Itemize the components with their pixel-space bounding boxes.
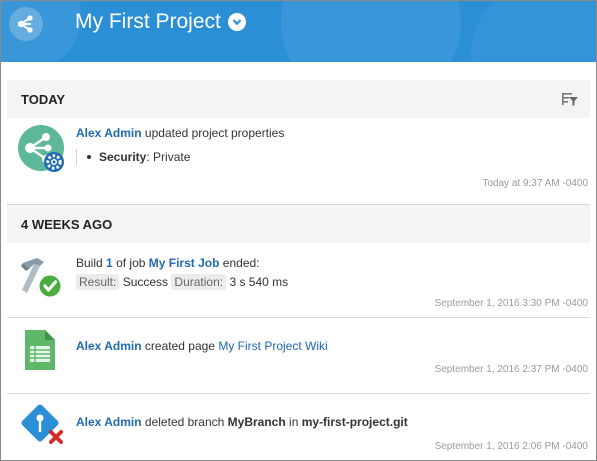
section-header-today: TODAY	[7, 80, 590, 118]
branch-name: MyBranch	[227, 415, 286, 429]
branch-delete-icon	[19, 402, 67, 453]
user-link[interactable]: Alex Admin	[76, 415, 142, 429]
property-label: Security	[99, 150, 147, 164]
duration-value: 3 s 540 ms	[229, 275, 289, 289]
build-number-link[interactable]: 1	[106, 256, 113, 270]
header-decoration	[471, 1, 596, 62]
duration-label: Duration:	[171, 274, 227, 290]
bullet-dot	[87, 155, 91, 159]
build-suffix: ended:	[222, 256, 260, 270]
wiki-page-icon	[23, 328, 57, 375]
activity-timestamp: September 1, 2016 3:30 PM -0400	[434, 298, 588, 309]
activity-action-text: deleted branch	[144, 415, 225, 429]
project-logo-icon[interactable]	[9, 7, 43, 41]
project-title-dropdown[interactable]: My First Project	[75, 10, 246, 34]
activity-summary: Build 1 of job My First Job ended:	[76, 255, 582, 271]
section-header-4-weeks-ago: 4 WEEKS AGO	[7, 205, 590, 243]
activity-body: Alex Admin created page My First Project…	[76, 338, 582, 354]
project-settings-icon	[17, 124, 65, 175]
project-title: My First Project	[75, 10, 221, 33]
activity-stream-window: My First Project TODAY Alex Admin update…	[0, 0, 597, 461]
result-value: Success	[122, 275, 169, 289]
build-mid-text: of job	[116, 256, 146, 270]
user-link[interactable]: Alex Admin	[76, 339, 142, 353]
activity-body: Alex Admin deleted branch MyBranch in my…	[76, 414, 582, 430]
activity-item-project-update: Alex Admin updated project properties Se…	[7, 118, 590, 205]
build-hammer-success-icon	[17, 253, 65, 304]
activity-timestamp: September 1, 2016 2:06 PM -0400	[434, 441, 588, 452]
activity-item-wiki: Alex Admin created page My First Project…	[7, 318, 590, 394]
header-decoration	[281, 1, 461, 62]
in-text: in	[289, 415, 299, 429]
filter-icon[interactable]	[561, 91, 579, 107]
chevron-down-icon[interactable]	[227, 13, 246, 31]
activity-feed: TODAY Alex Admin updated project propert…	[1, 62, 596, 460]
project-header: My First Project	[1, 1, 596, 62]
user-link[interactable]: Alex Admin	[76, 126, 142, 140]
build-prefix: Build	[76, 256, 103, 270]
section-title: TODAY	[21, 91, 66, 107]
activity-action-text: updated project properties	[144, 126, 285, 140]
section-title: 4 WEEKS AGO	[21, 216, 113, 232]
job-link[interactable]: My First Job	[149, 256, 220, 270]
property-change-list: Security: Private	[76, 149, 582, 165]
wiki-page-link[interactable]: My First Project Wiki	[218, 339, 327, 353]
activity-action-text: created page	[144, 339, 215, 353]
activity-summary: Alex Admin created page My First Project…	[76, 338, 582, 354]
build-details: Result: Success Duration: 3 s 540 ms	[76, 274, 582, 290]
activity-item-build: Build 1 of job My First Job ended: Resul…	[7, 243, 590, 318]
property-separator: :	[146, 150, 150, 164]
activity-body: Alex Admin updated project properties Se…	[76, 125, 582, 165]
activity-body: Build 1 of job My First Job ended: Resul…	[76, 255, 582, 290]
activity-timestamp: Today at 9:37 AM -0400	[482, 178, 588, 189]
repository-name: my-first-project.git	[301, 415, 408, 429]
activity-timestamp: September 1, 2016 2:37 PM -0400	[434, 364, 588, 375]
activity-summary: Alex Admin updated project properties	[76, 125, 582, 141]
property-value: Private	[153, 150, 191, 164]
activity-summary: Alex Admin deleted branch MyBranch in my…	[76, 414, 582, 430]
activity-item-branch: Alex Admin deleted branch MyBranch in my…	[7, 394, 590, 460]
result-label: Result:	[76, 274, 120, 290]
